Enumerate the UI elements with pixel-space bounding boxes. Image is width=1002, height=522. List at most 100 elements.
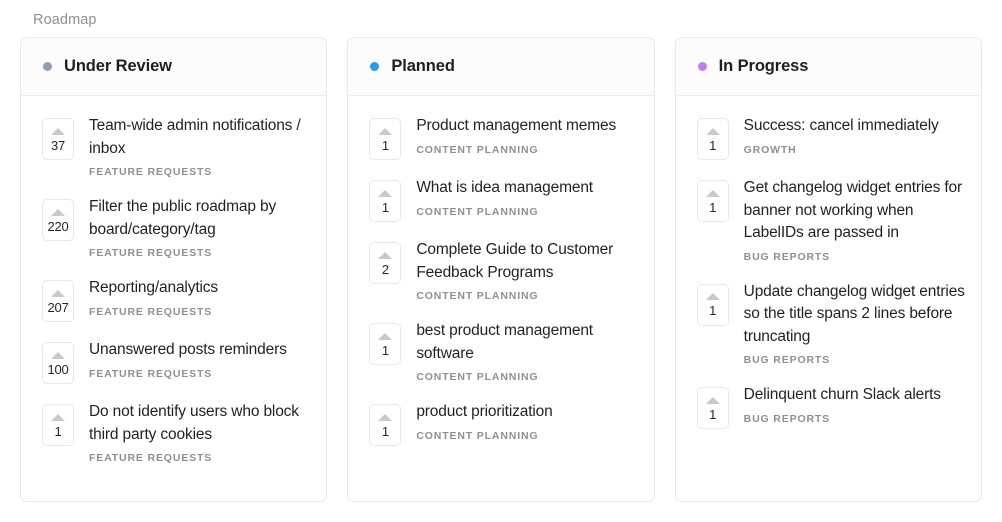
- upvote-button[interactable]: 1: [369, 323, 402, 365]
- post-category-label: Content Planning: [416, 205, 539, 218]
- upvote-arrow-icon: [378, 127, 393, 135]
- post-title[interactable]: Update changelog widget entries so the t…: [744, 281, 967, 349]
- post-item[interactable]: 207 Reporting/analytics Feature Requests: [21, 269, 326, 331]
- vote-count: 1: [709, 406, 717, 422]
- upvote-arrow-icon: [705, 189, 720, 197]
- post-item[interactable]: 220 Filter the public roadmap by board/ca…: [21, 188, 326, 269]
- upvote-arrow-icon: [378, 189, 393, 197]
- post-item[interactable]: 1 best product management software Content…: [348, 312, 653, 393]
- post-title[interactable]: Get changelog widget entries for banner …: [744, 177, 967, 245]
- column-header-under-review: Under Review: [21, 38, 327, 96]
- vote-count: 207: [47, 299, 69, 315]
- post-content: Complete Guide to Customer Feedback Prog…: [401, 239, 639, 303]
- column-title: Under Review: [64, 57, 172, 75]
- post-category-label: Feature Requests: [89, 452, 213, 464]
- column-title: In Progress: [718, 57, 809, 75]
- upvote-arrow-icon: [51, 289, 65, 297]
- post-title[interactable]: Unanswered posts reminders: [89, 339, 312, 362]
- upvote-arrow-icon: [378, 332, 393, 340]
- post-category-label: Bug Reports: [743, 250, 831, 263]
- post-item[interactable]: 1 Success: cancel immediately Growth: [676, 107, 981, 169]
- column-post-list-in-progress[interactable]: 1 Success: cancel immediately Growth 1 Get c…: [676, 96, 981, 501]
- upvote-button[interactable]: 1: [42, 404, 74, 446]
- post-title[interactable]: Reporting/analytics: [89, 277, 312, 300]
- post-content: Delinquent churn Slack alerts Bug Reports: [729, 384, 967, 426]
- upvote-arrow-icon: [378, 413, 393, 421]
- post-item[interactable]: 1 What is idea management Content Planning: [348, 169, 653, 231]
- vote-count: 1: [709, 199, 717, 215]
- column-header-planned: Planned: [348, 38, 654, 96]
- post-item[interactable]: 37 Team-wide admin notifications / inbox F…: [21, 107, 326, 188]
- column-post-list-planned[interactable]: 1 Product management memes Content Plannin…: [348, 96, 653, 501]
- upvote-arrow-icon: [705, 396, 720, 404]
- roadmap-column-planned: Planned 1 Product management memes Content …: [347, 37, 655, 502]
- upvote-button[interactable]: 1: [696, 118, 729, 160]
- upvote-arrow-icon: [51, 351, 65, 359]
- post-title[interactable]: best product management software: [416, 320, 639, 365]
- column-post-list-under-review[interactable]: 37 Team-wide admin notifications / inbox F…: [21, 96, 326, 501]
- status-dot-icon: [43, 62, 52, 71]
- upvote-button[interactable]: 1: [369, 404, 402, 446]
- vote-count: 1: [381, 342, 389, 358]
- post-content: What is idea management Content Planning: [401, 177, 639, 219]
- post-title[interactable]: Product management memes: [416, 115, 639, 138]
- post-title[interactable]: Do not identify users who block third pa…: [89, 401, 312, 446]
- post-category-label: Content Planning: [416, 290, 539, 302]
- upvote-button[interactable]: 2: [369, 242, 402, 284]
- upvote-button[interactable]: 1: [369, 180, 402, 222]
- upvote-button[interactable]: 37: [42, 118, 74, 160]
- upvote-arrow-icon: [705, 293, 720, 300]
- post-item[interactable]: 1 Do not identify users who block third p…: [21, 393, 326, 474]
- post-title[interactable]: product prioritization: [416, 401, 639, 424]
- post-category-label: Feature Requests: [89, 166, 213, 178]
- post-title[interactable]: What is idea management: [416, 177, 639, 200]
- column-header-in-progress: In Progress: [675, 38, 981, 96]
- vote-count: 1: [709, 303, 717, 318]
- post-content: Team-wide admin notifications / inbox Fea…: [74, 115, 312, 179]
- post-item[interactable]: 1 Get changelog widget entries for banner…: [676, 169, 981, 273]
- vote-count: 1: [54, 423, 62, 439]
- post-content: product prioritization Content Planning: [401, 401, 639, 443]
- roadmap-column-under-review: Under Review 37 Team-wide admin notificati…: [20, 37, 328, 502]
- post-item[interactable]: 100 Unanswered posts reminders Feature Req…: [21, 331, 326, 393]
- upvote-button[interactable]: 100: [42, 342, 74, 384]
- upvote-button[interactable]: 220: [42, 199, 74, 241]
- post-category-label: Feature Requests: [89, 305, 213, 318]
- post-title[interactable]: Team-wide admin notifications / inbox: [89, 115, 312, 160]
- post-item[interactable]: 1 Delinquent churn Slack alerts Bug Report…: [676, 376, 981, 438]
- post-category-label: Content Planning: [416, 371, 539, 383]
- vote-count: 2: [381, 261, 389, 277]
- post-content: Filter the public roadmap by board/categ…: [74, 196, 312, 260]
- post-title[interactable]: Success: cancel immediately: [744, 115, 967, 138]
- vote-count: 1: [381, 137, 389, 153]
- post-item[interactable]: 2 Complete Guide to Customer Feedback Pro…: [348, 231, 653, 312]
- post-category-label: Feature Requests: [89, 247, 213, 259]
- post-content: Unanswered posts reminders Feature Reques…: [74, 339, 312, 381]
- post-content: Product management memes Content Planning: [401, 115, 639, 157]
- post-content: Success: cancel immediately Growth: [729, 115, 967, 157]
- post-item[interactable]: 1 product prioritization Content Planning: [348, 393, 653, 455]
- roadmap-board: Under Review 37 Team-wide admin notificati…: [0, 37, 1002, 502]
- upvote-button[interactable]: 1: [696, 387, 729, 429]
- status-dot-icon: [697, 62, 707, 71]
- page-title: Roadmap: [33, 12, 97, 28]
- status-dot-icon: [370, 62, 380, 71]
- post-title[interactable]: Complete Guide to Customer Feedback Prog…: [416, 239, 639, 284]
- upvote-button[interactable]: 1: [369, 118, 402, 160]
- upvote-button[interactable]: 207: [42, 280, 74, 322]
- upvote-button[interactable]: 1: [696, 283, 729, 326]
- post-title[interactable]: Delinquent churn Slack alerts: [744, 384, 967, 407]
- roadmap-column-in-progress: In Progress 1 Success: cancel immediately G…: [674, 37, 982, 502]
- post-content: Do not identify users who block third pa…: [74, 401, 312, 465]
- upvote-button[interactable]: 1: [696, 180, 729, 222]
- post-item[interactable]: 1 Product management memes Content Plannin…: [348, 107, 653, 169]
- vote-count: 1: [381, 423, 389, 439]
- post-content: Reporting/analytics Feature Requests: [74, 277, 312, 319]
- post-category-label: Feature Requests: [89, 367, 213, 380]
- post-category-label: Content Planning: [416, 143, 539, 156]
- post-category-label: Bug Reports: [743, 412, 831, 425]
- post-content: Update changelog widget entries so the t…: [729, 281, 967, 368]
- post-category-label: Growth: [743, 143, 797, 156]
- post-title[interactable]: Filter the public roadmap by board/categ…: [89, 196, 312, 241]
- post-item[interactable]: 1 Update changelog widget entries so the …: [676, 273, 981, 377]
